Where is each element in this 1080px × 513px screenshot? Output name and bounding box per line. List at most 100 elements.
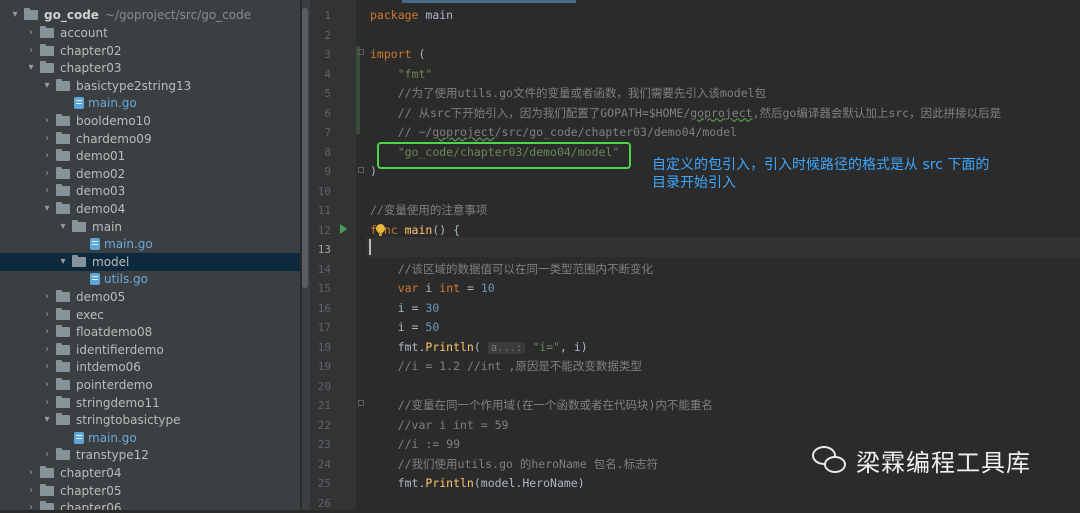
code-token: i xyxy=(425,281,439,295)
tree-folder-item[interactable]: ›transtype12 xyxy=(0,446,300,464)
code-line[interactable]: //我们使用utils.go 的heroName 包名.标志符 xyxy=(370,455,658,475)
code-line[interactable]: i = 30 xyxy=(370,299,439,319)
code-token: //为了使用utils.go文件的变量或者函数，我们需要先引入该model包 xyxy=(398,86,766,100)
tree-item-label: account xyxy=(60,24,108,42)
folder-icon xyxy=(56,450,70,460)
tree-folder-item[interactable]: › account xyxy=(0,24,300,42)
folder-icon xyxy=(40,63,54,73)
fold-marker-icon[interactable] xyxy=(358,167,364,173)
chevron-right-icon[interactable]: › xyxy=(42,341,52,359)
tree-folder-item[interactable]: ▾basictype2string13 xyxy=(0,77,300,95)
tree-file-item[interactable]: main.go xyxy=(0,94,300,112)
code-line[interactable]: //i := 99 xyxy=(370,435,460,455)
line-number: 1 xyxy=(311,6,331,26)
tree-folder-item[interactable]: ›chapter02 xyxy=(0,42,300,60)
folder-icon xyxy=(56,362,70,372)
tree-file-item[interactable]: utils.go xyxy=(0,270,300,288)
tree-folder-item[interactable]: ›floatdemo08 xyxy=(0,323,300,341)
chevron-right-icon[interactable]: › xyxy=(26,499,36,510)
folder-icon xyxy=(40,28,54,38)
code-token: goproject xyxy=(690,106,752,120)
tree-folder-item[interactable]: ›chapter05 xyxy=(0,482,300,500)
chevron-right-icon[interactable]: › xyxy=(42,358,52,376)
code-line[interactable]: i = 50 xyxy=(370,318,439,338)
tree-folder-item[interactable]: ›stringdemo11 xyxy=(0,394,300,412)
tree-folder-item[interactable]: ▾main xyxy=(0,218,300,236)
tree-root[interactable]: ▾ go_code~/goproject/src/go_code xyxy=(0,6,300,24)
code-line[interactable]: //变量在同一个作用域(在一个函数或者在代码块)内不能重名 xyxy=(370,396,713,416)
tree-folder-item[interactable]: ›chapter04 xyxy=(0,464,300,482)
chevron-right-icon[interactable]: › xyxy=(42,182,52,200)
tree-file-item[interactable]: main.go xyxy=(0,429,300,447)
chevron-right-icon[interactable]: › xyxy=(42,288,52,306)
tree-file-item[interactable]: main.go xyxy=(0,235,300,253)
chevron-down-icon[interactable]: ▾ xyxy=(58,253,68,271)
code-token: int xyxy=(439,281,467,295)
chevron-right-icon[interactable]: › xyxy=(26,42,36,60)
folder-icon xyxy=(40,503,54,510)
line-number: 18 xyxy=(311,338,331,358)
tree-folder-item[interactable]: ›booldemo10 xyxy=(0,112,300,130)
folder-icon xyxy=(40,46,54,56)
tree-folder-item[interactable]: ▾chapter03 xyxy=(0,59,300,77)
tree-scrollbar-thumb[interactable] xyxy=(302,8,308,288)
code-line[interactable]: //该区域的数据值可以在同一类型范围内不断变化 xyxy=(370,260,653,280)
code-line[interactable]: //为了使用utils.go文件的变量或者函数，我们需要先引入该model包 xyxy=(370,84,766,104)
code-line[interactable]: package main xyxy=(370,6,453,26)
fold-marker-icon[interactable] xyxy=(358,400,364,406)
chevron-right-icon[interactable]: › xyxy=(42,306,52,324)
code-line[interactable]: //var i int = 59 xyxy=(370,416,508,436)
chevron-right-icon[interactable]: › xyxy=(42,446,52,464)
chevron-right-icon[interactable]: › xyxy=(26,482,36,500)
code-line[interactable]: "fmt" xyxy=(370,65,432,85)
chevron-right-icon[interactable]: › xyxy=(26,24,36,42)
tree-folder-item[interactable]: ›pointerdemo xyxy=(0,376,300,394)
watermark: 梁霖编程工具库 xyxy=(812,442,1031,478)
chevron-right-icon[interactable]: › xyxy=(42,323,52,341)
tree-folder-item[interactable]: ›exec xyxy=(0,306,300,324)
lightbulb-icon[interactable] xyxy=(376,224,385,233)
tree-folder-item[interactable]: ›chardemo09 xyxy=(0,130,300,148)
chevron-right-icon[interactable]: › xyxy=(42,147,52,165)
code-line[interactable]: //变量使用的注意事项 xyxy=(370,201,487,221)
chevron-right-icon[interactable]: › xyxy=(42,394,52,412)
code-line[interactable]: ) xyxy=(370,162,377,182)
folder-icon xyxy=(56,169,70,179)
tree-folder-item[interactable]: ›intdemo06 xyxy=(0,358,300,376)
fold-marker-icon[interactable] xyxy=(358,49,364,55)
tree-folder-item[interactable]: ›identifierdemo xyxy=(0,341,300,359)
code-line[interactable]: var i int = 10 xyxy=(370,279,495,299)
chevron-right-icon[interactable]: › xyxy=(26,464,36,482)
tree-folder-item[interactable]: ›demo02 xyxy=(0,165,300,183)
code-line[interactable]: import ( xyxy=(370,45,425,65)
tree-folder-item[interactable]: ›demo03 xyxy=(0,182,300,200)
chevron-down-icon[interactable]: ▾ xyxy=(42,411,52,429)
code-token: var xyxy=(398,281,426,295)
tree-folder-item[interactable]: ▾demo04 xyxy=(0,200,300,218)
chevron-down-icon[interactable]: ▾ xyxy=(42,200,52,218)
code-line[interactable]: // 从src下开始引入，因为我们配置了GOPATH=$HOME/goproje… xyxy=(370,104,1001,124)
code-line[interactable]: fmt.Println( a...: "i=", i) xyxy=(370,338,588,358)
chevron-down-icon[interactable]: ▾ xyxy=(42,77,52,95)
chevron-right-icon[interactable]: › xyxy=(42,130,52,148)
chevron-right-icon[interactable]: › xyxy=(42,376,52,394)
tree-folder-item[interactable]: ›demo01 xyxy=(0,147,300,165)
code-token xyxy=(370,67,398,81)
chevron-down-icon[interactable]: ▾ xyxy=(10,6,20,24)
run-icon[interactable] xyxy=(340,224,347,234)
code-line[interactable]: fmt.Println(model.HeroName) xyxy=(370,474,585,494)
tree-folder-item[interactable]: ›demo05 xyxy=(0,288,300,306)
tree-folder-item[interactable]: ▾model xyxy=(0,253,300,271)
tree-folder-item[interactable]: ›chapter06 xyxy=(0,499,300,510)
code-line[interactable]: //i = 1.2 //int ,原因是不能改变数据类型 xyxy=(370,357,642,377)
chevron-down-icon[interactable]: ▾ xyxy=(26,59,36,77)
chevron-right-icon[interactable]: › xyxy=(42,112,52,130)
folder-icon xyxy=(56,204,70,214)
chevron-right-icon[interactable]: › xyxy=(42,165,52,183)
line-number: 20 xyxy=(311,377,331,397)
chevron-down-icon[interactable]: ▾ xyxy=(58,218,68,236)
tree-folder-item[interactable]: ▾stringtobasictype xyxy=(0,411,300,429)
code-token xyxy=(370,86,398,100)
folder-icon xyxy=(40,486,54,496)
code-line[interactable]: // ~/goproject/src/go_code/chapter03/dem… xyxy=(370,123,737,143)
